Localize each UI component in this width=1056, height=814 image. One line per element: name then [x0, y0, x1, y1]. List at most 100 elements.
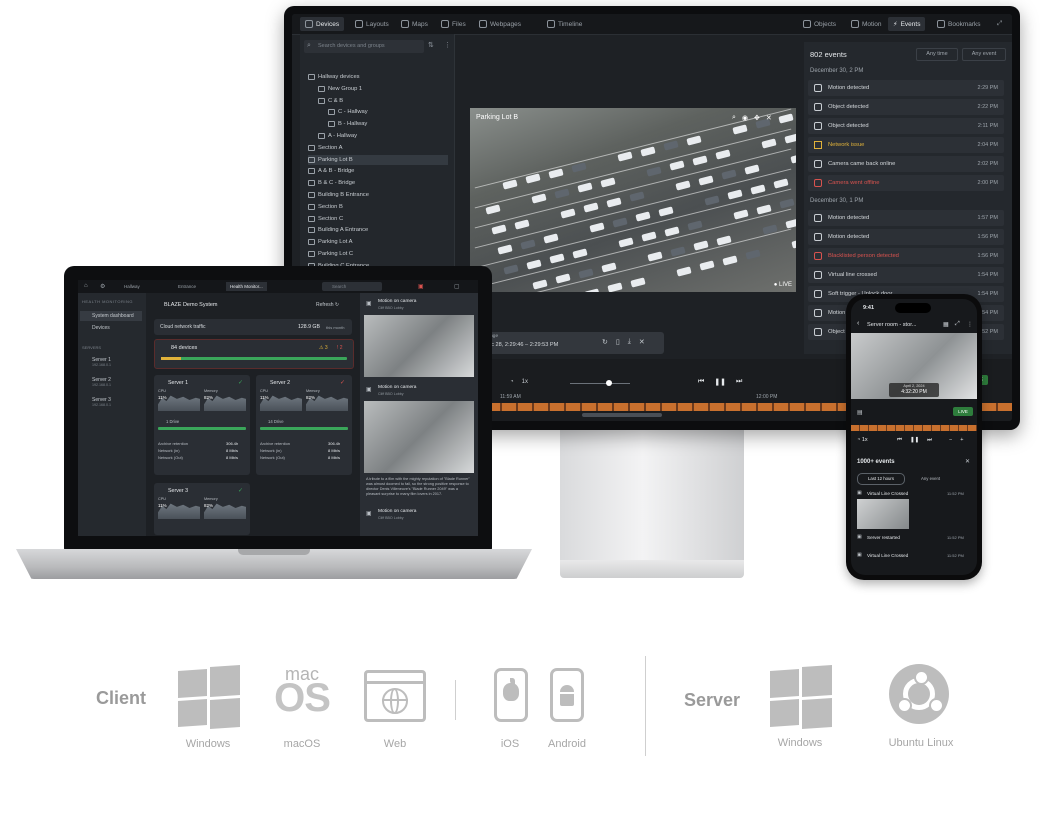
- next-icon[interactable]: ⏭: [927, 437, 932, 444]
- live-button[interactable]: LIVE: [953, 407, 973, 416]
- mobile-event-name[interactable]: Server restarted: [867, 535, 900, 540]
- sidebar-server-item[interactable]: Server 2 192.168.0.1: [92, 377, 111, 387]
- tree-item[interactable]: A & B - Bridge: [308, 166, 448, 176]
- layout-icon[interactable]: ▦: [943, 321, 949, 328]
- feed-title[interactable]: Motion on camera: [378, 385, 416, 390]
- previous-icon[interactable]: ⏮: [897, 437, 902, 444]
- previous-icon[interactable]: ⏮: [698, 378, 704, 386]
- mobile-timeline[interactable]: [851, 425, 977, 431]
- time-filter[interactable]: Last 12 hours: [857, 473, 905, 485]
- search-input[interactable]: Search: [322, 282, 382, 291]
- expand-icon[interactable]: ⤢: [955, 321, 960, 328]
- speed-control[interactable]: ◔ 1x: [857, 437, 868, 443]
- tab-files[interactable]: Files: [436, 17, 471, 31]
- server-card[interactable]: Server 3 ✓ CPU 11% Memory 82%: [154, 483, 250, 535]
- bookmark-add-icon[interactable]: ▯: [616, 338, 620, 346]
- tab-health-monitor[interactable]: Health Monitor...: [226, 282, 267, 291]
- mobile-event-name[interactable]: Virtual Line Crossed: [867, 553, 908, 558]
- server-card[interactable]: Server 1 ✓ CPU 11% Memory 82% 1 Drive Archive r…: [154, 375, 250, 475]
- event-filter[interactable]: Any event: [962, 48, 1006, 61]
- tab-hallway[interactable]: Hallway: [124, 284, 140, 289]
- pause-icon[interactable]: ❚❚: [714, 378, 726, 386]
- back-icon[interactable]: ‹: [857, 320, 859, 327]
- event-filter[interactable]: Any event: [921, 476, 940, 481]
- zoom-out-icon[interactable]: −: [949, 437, 952, 443]
- tree-item[interactable]: Section C: [308, 214, 448, 224]
- tab-devices[interactable]: Devices: [300, 17, 345, 31]
- server-card[interactable]: Server 2 ✓ CPU 11% Memory 82% 14 Drive Archive …: [256, 375, 352, 475]
- event-row[interactable]: Network issue 2:04 PM: [808, 137, 1004, 153]
- tab-webpages[interactable]: Webpages: [474, 17, 526, 31]
- event-row[interactable]: Object detected 2:11 PM: [808, 118, 1004, 134]
- mobile-video[interactable]: April 2, 2024 4:32:20 PM: [851, 333, 977, 399]
- event-thumbnail[interactable]: [857, 499, 909, 529]
- event-row[interactable]: Object detected 2:22 PM: [808, 99, 1004, 115]
- feed-thumbnail[interactable]: [364, 401, 474, 473]
- close-icon[interactable]: ✕: [965, 458, 970, 465]
- tab-timeline[interactable]: Timeline: [542, 17, 587, 31]
- sidebar-item-system-dashboard[interactable]: System dashboard: [80, 311, 142, 321]
- event-row[interactable]: Virtual line crossed 1:54 PM: [808, 267, 1004, 283]
- next-icon[interactable]: ⏭: [736, 378, 742, 386]
- volume-handle[interactable]: [606, 380, 612, 386]
- move-icon[interactable]: ✥: [754, 114, 760, 122]
- tree-item[interactable]: C & B: [318, 96, 448, 106]
- tab-bookmarks[interactable]: Bookmarks: [932, 17, 986, 31]
- tab-motion[interactable]: Motion: [846, 17, 887, 31]
- download-icon[interactable]: ⤓: [628, 338, 631, 346]
- loop-icon[interactable]: ↻: [602, 338, 608, 346]
- event-row[interactable]: Blacklisted person detected 1:56 PM: [808, 248, 1004, 264]
- settings-icon[interactable]: ⚙: [100, 283, 105, 290]
- event-row[interactable]: Motion detected 2:29 PM: [808, 80, 1004, 96]
- event-row[interactable]: Motion detected 1:56 PM: [808, 229, 1004, 245]
- home-icon[interactable]: ⌂: [84, 283, 88, 289]
- feed-title[interactable]: Motion on camera: [378, 509, 416, 514]
- sidebar-server-item[interactable]: Server 1 192.168.0.1: [92, 357, 111, 367]
- camera-video-tile[interactable]: Parking Lot B ⌕ ◉ ✥ ✕ ● LIVE: [470, 108, 796, 292]
- timeline-scroll[interactable]: [582, 413, 662, 417]
- tree-item[interactable]: New Group 1: [318, 84, 448, 94]
- tree-item[interactable]: Parking Lot A: [308, 237, 448, 247]
- tab-maps[interactable]: Maps: [396, 17, 433, 31]
- tree-item[interactable]: Parking Lot B: [308, 154, 448, 165]
- tree-item[interactable]: Building B Entrance: [308, 190, 448, 200]
- refresh-button[interactable]: Refresh ↻: [316, 302, 339, 308]
- event-row[interactable]: Camera went offline 2:00 PM: [808, 175, 1004, 191]
- sidebar-item-devices[interactable]: Devices: [92, 325, 110, 331]
- event-row[interactable]: Motion detected 1:57 PM: [808, 210, 1004, 226]
- sidebar-server-item[interactable]: Server 3 192.168.0.1: [92, 397, 111, 407]
- tab-entrance[interactable]: Entrance: [178, 284, 196, 289]
- zoom-in-icon[interactable]: +: [960, 437, 963, 443]
- notification-icon[interactable]: ▣: [418, 283, 424, 290]
- mobile-event-name[interactable]: Virtual Line Crossed: [867, 491, 908, 496]
- tree-item[interactable]: B & C - Bridge: [308, 178, 448, 188]
- close-icon[interactable]: ✕: [639, 338, 645, 346]
- tree-item[interactable]: B - Hallway: [328, 119, 448, 129]
- tree-item[interactable]: Section A: [308, 143, 448, 153]
- sort-icon[interactable]: ⇅: [428, 41, 434, 49]
- tab-events[interactable]: ⚡ Events: [888, 17, 926, 31]
- tree-item[interactable]: C - Hallway: [328, 107, 448, 117]
- zoom-icon[interactable]: ⌕: [732, 114, 736, 122]
- pause-icon[interactable]: ❚❚: [910, 437, 919, 444]
- tree-item[interactable]: Section B: [308, 202, 448, 212]
- volume-slider[interactable]: [570, 383, 630, 384]
- close-icon[interactable]: ✕: [766, 114, 772, 122]
- tab-objects[interactable]: Objects: [798, 17, 841, 31]
- device-search-input[interactable]: Search devices and groups: [304, 40, 424, 53]
- feed-title[interactable]: Motion on camera: [378, 299, 416, 304]
- tab-layouts[interactable]: Layouts: [350, 17, 394, 31]
- window-icon[interactable]: ▢: [454, 283, 460, 290]
- tree-item[interactable]: Building A Entrance: [308, 225, 448, 235]
- event-row[interactable]: Camera came back online 2:02 PM: [808, 156, 1004, 172]
- more-icon[interactable]: ⋮: [967, 321, 973, 328]
- camera-icon[interactable]: ◉: [742, 114, 748, 122]
- calendar-icon[interactable]: ▤: [857, 409, 863, 416]
- time-filter[interactable]: Any time: [916, 48, 958, 61]
- more-icon[interactable]: ⋮: [444, 41, 451, 49]
- tree-item[interactable]: A - Hallway: [318, 131, 448, 141]
- tree-item[interactable]: Parking Lot C: [308, 249, 448, 259]
- speed-control[interactable]: ◔ 1x: [510, 379, 528, 385]
- fullscreen-button[interactable]: ⤢: [992, 17, 1007, 31]
- tree-item[interactable]: Hallway devices: [308, 72, 448, 82]
